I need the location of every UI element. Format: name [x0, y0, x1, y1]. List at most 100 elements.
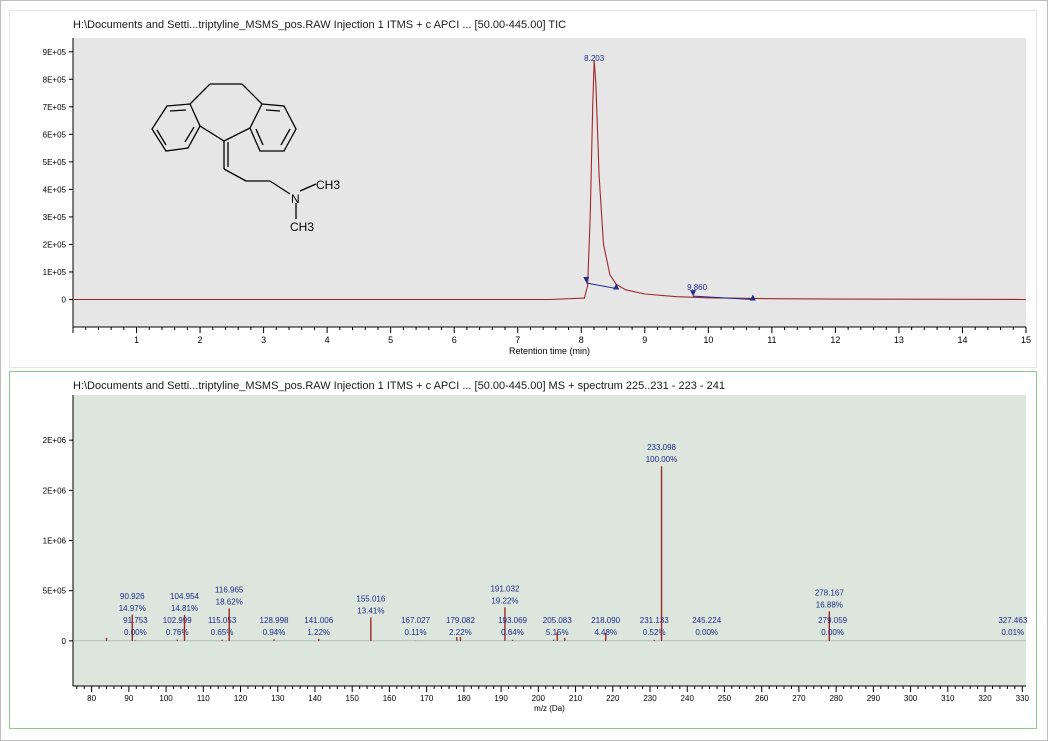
ms-peak-percent-label: 0.01%	[1001, 628, 1024, 637]
tic-x-tick-label: 3	[261, 335, 266, 345]
ms-y-tick-label: 5E+05	[43, 587, 67, 596]
tic-y-tick-label: 9E+05	[43, 48, 67, 57]
ms-peak-mz-label: 191.032	[490, 584, 519, 593]
tic-y-tick-label: 0	[62, 295, 67, 304]
ms-peak-mz-label: 327.463	[998, 616, 1027, 625]
tic-x-tick-label: 12	[830, 335, 840, 345]
ms-peak-mz-label: 128.998	[260, 616, 289, 625]
ms-x-tick-label: 290	[867, 694, 881, 703]
tic-y-tick-label: 8E+05	[43, 75, 67, 84]
tic-title: H:\Documents and Setti...triptyline_MSMS…	[73, 19, 567, 31]
ms-x-tick-label: 80	[87, 694, 96, 703]
ms-peak-mz-label: 90.926	[120, 592, 145, 601]
ms-x-tick-label: 180	[457, 694, 471, 703]
ms-x-tick-label: 100	[159, 694, 173, 703]
ms-x-tick-label: 250	[718, 694, 732, 703]
ms-peak-mz-label: 279.059	[818, 616, 847, 625]
ms-peak-mz-label: 141.006	[304, 616, 333, 625]
ms-y-tick-label: 2E+06	[43, 486, 67, 495]
ms-x-tick-label: 210	[569, 694, 583, 703]
tic-x-tick-label: 10	[703, 335, 713, 345]
tic-x-tick-label: 7	[515, 335, 520, 345]
ms-peak-mz-label: 116.965	[215, 585, 244, 594]
ms-peak-percent-label: 4.48%	[594, 628, 617, 637]
ms-peak-percent-label: 0.94%	[263, 628, 286, 637]
ms-x-tick-label: 120	[234, 694, 248, 703]
tic-plot-area	[73, 38, 1026, 327]
ms-plot-area	[73, 395, 1026, 686]
ms-title: H:\Documents and Setti...triptyline_MSMS…	[73, 380, 725, 392]
ms-peak-mz-label: 115.053	[208, 616, 237, 625]
tic-x-tick-label: 11	[767, 335, 776, 345]
ms-peak-mz-label: 245.224	[692, 616, 721, 625]
ms-x-tick-label: 220	[606, 694, 620, 703]
ms-peak-percent-label: 0.00%	[124, 628, 147, 637]
ms-peak-percent-label: 13.41%	[357, 606, 384, 615]
ms-peak-percent-label: 0.65%	[211, 628, 234, 637]
ms-peak-mz-label: 278.167	[815, 588, 844, 597]
ms-peak-percent-label: 1.22%	[307, 628, 330, 637]
ms-peak-mz-label: 231.133	[640, 616, 669, 625]
ms-x-tick-label: 190	[494, 694, 508, 703]
tic-y-tick-label: 6E+05	[43, 130, 67, 139]
ms-x-tick-label: 170	[420, 694, 434, 703]
tic-y-tick-label: 2E+05	[43, 240, 67, 249]
tic-x-tick-label: 9	[642, 335, 647, 345]
ms-peak-mz-label: 155.016	[356, 594, 385, 603]
ms-peak-percent-label: 14.97%	[119, 604, 146, 613]
ms-peak-percent-label: 0.00%	[821, 628, 844, 637]
ms-x-tick-label: 280	[829, 694, 843, 703]
ms-peak-mz-label: 102.999	[163, 616, 192, 625]
tic-x-tick-label: 8	[579, 335, 584, 345]
ms-x-tick-label: 260	[755, 694, 769, 703]
ms-x-tick-label: 330	[1016, 694, 1030, 703]
tic-peak-label: 8.203	[584, 54, 605, 63]
ms-x-tick-label: 270	[792, 694, 806, 703]
ms-x-tick-label: 200	[532, 694, 546, 703]
ms-x-tick-label: 150	[346, 694, 360, 703]
ms-x-tick-label: 320	[978, 694, 992, 703]
tic-x-tick-label: 14	[957, 335, 967, 345]
tic-peak-label: 9.860	[687, 283, 708, 292]
ms-peak-mz-label: 218.090	[591, 616, 620, 625]
ms-x-tick-label: 160	[383, 694, 397, 703]
tic-y-tick-label: 7E+05	[43, 103, 67, 112]
ms-peak-percent-label: 14.81%	[171, 604, 198, 613]
tic-x-tick-label: 15	[1021, 335, 1031, 345]
tic-x-tick-label: 1	[134, 335, 139, 345]
ms-peak-percent-label: 16.88%	[816, 600, 843, 609]
ms-x-tick-label: 300	[904, 694, 918, 703]
tic-x-tick-label: 2	[198, 335, 203, 345]
ms-peak-percent-label: 19.22%	[491, 596, 518, 605]
tic-y-tick-label: 4E+05	[43, 185, 67, 194]
ms-x-tick-label: 130	[271, 694, 285, 703]
ms-peak-percent-label: 100.00%	[646, 455, 678, 464]
ms-y-tick-label: 1E+06	[43, 537, 67, 546]
ms-peak-mz-label: 205.083	[543, 616, 572, 625]
ms-peak-percent-label: 0.11%	[405, 628, 427, 637]
tic-chromatogram-panel: H:\Documents and Setti...triptyline_MSMS…	[9, 10, 1037, 368]
ms-spectrum-panel: H:\Documents and Setti...triptyline_MSMS…	[9, 371, 1037, 729]
ms-x-tick-label: 310	[941, 694, 955, 703]
ms-peak-mz-label: 233.098	[647, 443, 676, 452]
ms-x-tick-label: 140	[308, 694, 322, 703]
chromatogram-window: H:\Documents and Setti...triptyline_MSMS…	[0, 0, 1048, 741]
ms-x-axis-label: m/z (Da)	[534, 704, 565, 713]
tic-x-tick-label: 5	[388, 335, 393, 345]
structure-nitrogen-label: N	[291, 192, 300, 206]
ms-x-tick-label: 240	[681, 694, 695, 703]
tic-x-axis-label: Retention time (min)	[509, 346, 590, 356]
tic-x-tick-label: 6	[452, 335, 457, 345]
tic-x-tick-label: 13	[894, 335, 904, 345]
ms-peak-percent-label: 0.00%	[695, 628, 718, 637]
tic-chart: N CH3 CH3 0 1E+05 2E+05 3E+05 4E+05 5E+05 6E+0…	[43, 38, 1031, 356]
ms-peak-percent-label: 2.22%	[449, 628, 472, 637]
ms-x-tick-label: 110	[197, 694, 210, 703]
structure-methyl-bottom-label: CH3	[290, 220, 314, 234]
ms-x-tick-label: 90	[124, 694, 133, 703]
ms-chart: 0 5E+05 1E+06 2E+06 2E+06 80 90 100 110 120 130 140…	[43, 395, 1030, 713]
ms-y-tick-label: 0	[62, 637, 67, 646]
ms-peak-percent-label: 0.64%	[501, 628, 524, 637]
tic-y-tick-label: 3E+05	[43, 213, 67, 222]
ms-peak-mz-label: 91.753	[123, 616, 148, 625]
